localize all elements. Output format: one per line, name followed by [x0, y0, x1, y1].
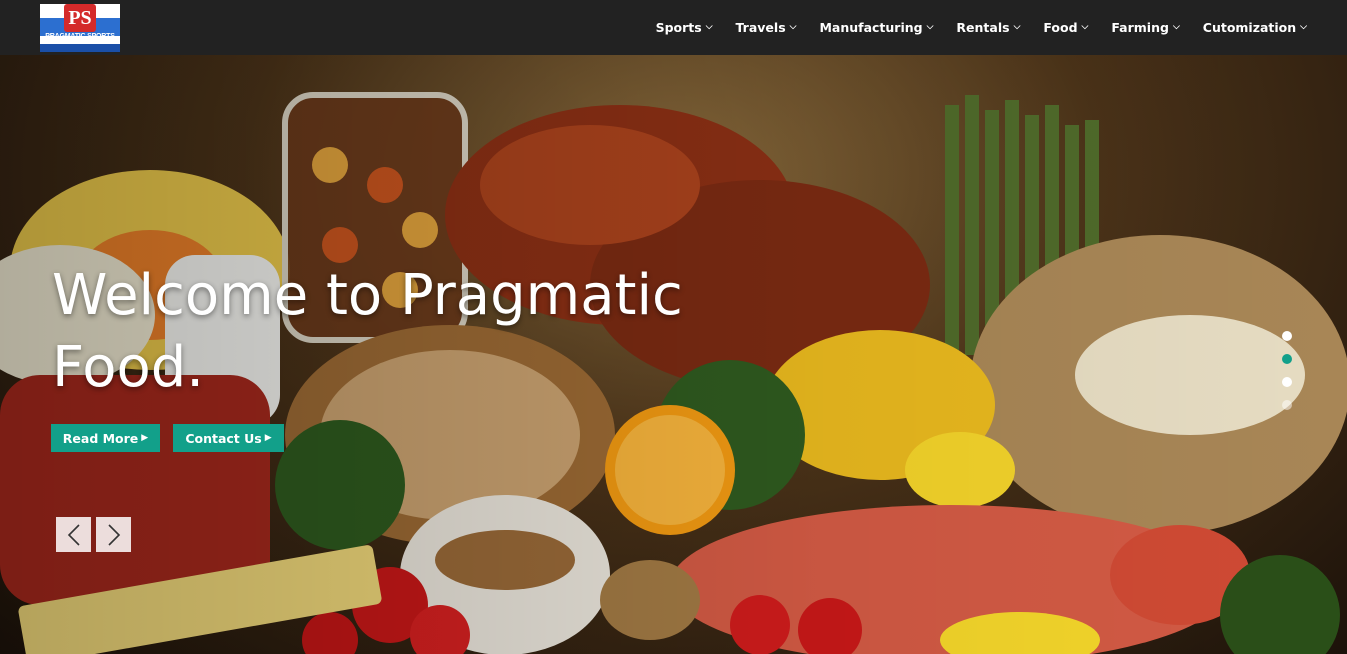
- contact-us-label: Contact Us: [185, 430, 262, 446]
- arrow-right-icon: [107, 523, 120, 546]
- read-more-label: Read More: [62, 430, 139, 446]
- hero-title-line-2: Food.: [52, 335, 205, 400]
- nav-item-label: Travels: [735, 20, 786, 35]
- nav-item-label: Rentals: [956, 20, 1010, 35]
- slider-dot-1[interactable]: [1282, 331, 1292, 341]
- nav-item-farming[interactable]: Farming ⌵: [1111, 20, 1179, 35]
- site-logo[interactable]: PS PRAGMATIC SPORTS: [40, 4, 120, 52]
- logo-text: PRAGMATIC SPORTS: [45, 33, 115, 40]
- hero-slider: Welcome to Pragmatic Food. Read More ▶ C…: [0, 55, 1347, 654]
- top-navigation-bar: PS PRAGMATIC SPORTS Sports ⌵ Travels ⌵ M…: [0, 0, 1347, 55]
- slider-next-button[interactable]: [96, 517, 131, 552]
- read-more-button[interactable]: Read More ▶: [51, 424, 160, 452]
- nav-item-sports[interactable]: Sports ⌵: [656, 20, 713, 35]
- chevron-down-icon: ⌵: [1300, 21, 1307, 32]
- nav-item-cutomization[interactable]: Cutomization ⌵: [1203, 20, 1307, 35]
- logo-mark: PS: [64, 4, 96, 32]
- nav-item-label: Farming: [1111, 20, 1169, 35]
- contact-us-button[interactable]: Contact Us ▶: [173, 424, 284, 452]
- caret-right-icon: ▶: [264, 433, 272, 443]
- nav-item-label: Manufacturing: [819, 20, 923, 35]
- logo-stripe: [40, 44, 120, 52]
- nav-item-label: Cutomization: [1202, 20, 1297, 35]
- slider-dot-3[interactable]: [1282, 377, 1292, 387]
- chevron-down-icon: ⌵: [789, 21, 797, 32]
- nav-item-rentals[interactable]: Rentals ⌵: [956, 20, 1020, 35]
- arrow-left-icon: [67, 523, 80, 546]
- chevron-down-icon: ⌵: [926, 21, 934, 32]
- chevron-down-icon: ⌵: [1013, 21, 1021, 32]
- nav-item-label: Food: [1043, 20, 1078, 35]
- chevron-down-icon: ⌵: [1081, 21, 1089, 32]
- chevron-down-icon: ⌵: [705, 21, 713, 32]
- caret-right-icon: ▶: [141, 433, 149, 443]
- main-menu: Sports ⌵ Travels ⌵ Manufacturing ⌵ Renta…: [633, 0, 1307, 55]
- nav-item-manufacturing[interactable]: Manufacturing ⌵: [819, 20, 933, 35]
- slider-pagination: [1282, 331, 1294, 423]
- chevron-down-icon: ⌵: [1172, 21, 1180, 32]
- slider-dot-2[interactable]: [1282, 354, 1292, 364]
- hero-title: Welcome to Pragmatic Food.: [52, 260, 692, 404]
- hero-title-line-1: Welcome to Pragmatic: [52, 263, 683, 328]
- slider-dot-4[interactable]: [1282, 400, 1292, 410]
- nav-item-food[interactable]: Food ⌵: [1043, 20, 1088, 35]
- nav-item-travels[interactable]: Travels ⌵: [736, 20, 797, 35]
- slider-prev-button[interactable]: [56, 517, 91, 552]
- nav-item-label: Sports: [655, 20, 702, 35]
